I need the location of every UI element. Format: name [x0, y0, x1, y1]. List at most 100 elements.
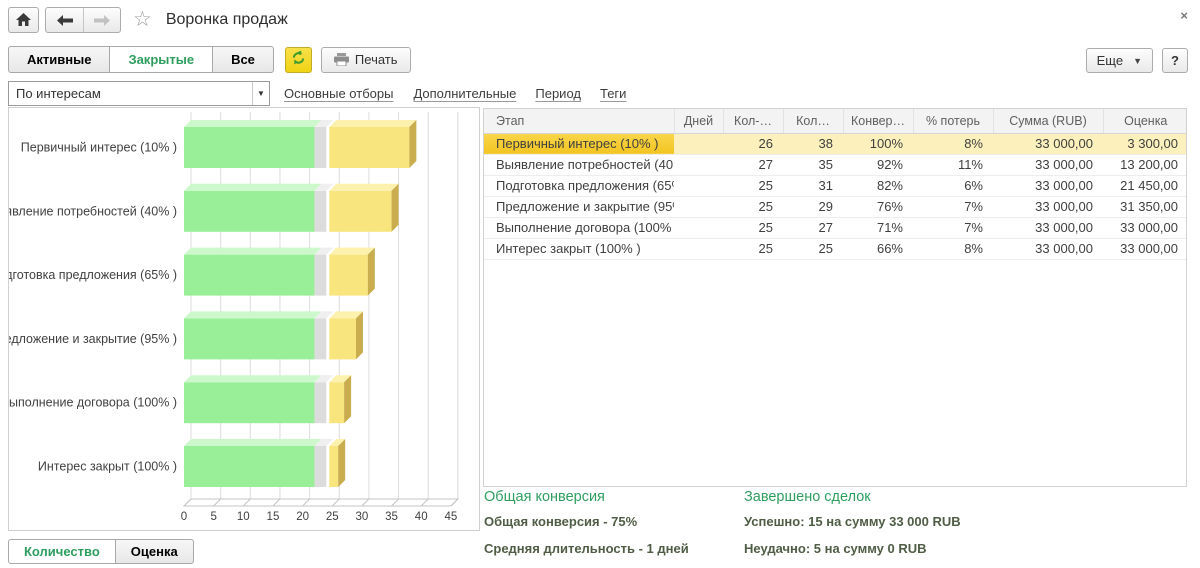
bar-segment-closed[interactable]: [184, 191, 314, 232]
bar-segment-open[interactable]: [329, 127, 409, 168]
table-cell[interactable]: [674, 133, 723, 154]
back-button[interactable]: [46, 8, 83, 32]
table-row[interactable]: Предложение и закрытие (95% ) 252976%7%33…: [484, 196, 1187, 217]
table-cell[interactable]: 31 350,00: [1103, 196, 1187, 217]
bar-segment-closed[interactable]: [184, 318, 314, 359]
table-row[interactable]: Первичный интерес (10% ) 2638100%8%33 000…: [484, 133, 1187, 154]
bar-segment-lost[interactable]: [314, 127, 326, 168]
table-cell[interactable]: 35: [783, 154, 843, 175]
table-row[interactable]: Интерес закрыт (100% )252566%8%33 000,00…: [484, 238, 1187, 259]
bar-segment-closed[interactable]: [184, 446, 314, 487]
favorite-star-icon[interactable]: ☆: [133, 10, 152, 30]
table-cell[interactable]: 33 000,00: [993, 196, 1103, 217]
bar-segment-closed[interactable]: [184, 255, 314, 296]
table-cell[interactable]: Предложение и закрытие (95% ): [484, 196, 674, 217]
table-row[interactable]: Подготовка предложения (65% ) 253182%6%33…: [484, 175, 1187, 196]
column-header-stage[interactable]: Этап: [484, 109, 674, 133]
tab-all[interactable]: Все: [212, 46, 274, 73]
bar-segment-lost[interactable]: [314, 446, 326, 487]
table-cell[interactable]: Интерес закрыт (100% ): [484, 238, 674, 259]
table-cell[interactable]: 33 000,00: [993, 133, 1103, 154]
table-cell[interactable]: 33 000,00: [1103, 238, 1187, 259]
table-cell[interactable]: Выполнение договора (100% ): [484, 217, 674, 238]
help-button[interactable]: ?: [1162, 48, 1188, 73]
table-cell[interactable]: [674, 154, 723, 175]
table-cell[interactable]: 25: [723, 196, 783, 217]
table-cell[interactable]: 13 200,00: [1103, 154, 1187, 175]
bar-segment-open[interactable]: [329, 446, 338, 487]
table-cell[interactable]: 33 000,00: [993, 217, 1103, 238]
link-period[interactable]: Период: [535, 86, 581, 101]
home-button[interactable]: [8, 7, 39, 33]
table-cell[interactable]: 66%: [843, 238, 913, 259]
column-header-estimate[interactable]: Оценка: [1103, 109, 1187, 133]
chevron-down-icon[interactable]: ▼: [252, 82, 269, 105]
bar-segment-lost[interactable]: [314, 382, 326, 423]
column-header-days[interactable]: Дней: [674, 109, 723, 133]
table-cell[interactable]: 76%: [843, 196, 913, 217]
more-button[interactable]: Еще ▼: [1086, 48, 1153, 73]
link-main-filters[interactable]: Основные отборы: [284, 86, 393, 101]
table-cell[interactable]: 21 450,00: [1103, 175, 1187, 196]
table-cell[interactable]: 25: [723, 217, 783, 238]
table-cell[interactable]: 31: [783, 175, 843, 196]
table-cell[interactable]: [674, 238, 723, 259]
bar-segment-open[interactable]: [329, 191, 391, 232]
table-cell[interactable]: 33 000,00: [993, 175, 1103, 196]
table-cell[interactable]: Подготовка предложения (65% ): [484, 175, 674, 196]
table-cell[interactable]: 6%: [913, 175, 993, 196]
column-header-loss[interactable]: % потерь: [913, 109, 993, 133]
table-cell[interactable]: 33 000,00: [993, 238, 1103, 259]
table-cell[interactable]: 71%: [843, 217, 913, 238]
table-cell[interactable]: 33 000,00: [1103, 217, 1187, 238]
group-by-select[interactable]: По интересам ▼: [8, 81, 270, 106]
column-header-sum[interactable]: Сумма (RUB): [993, 109, 1103, 133]
table-cell[interactable]: 7%: [913, 196, 993, 217]
table-row[interactable]: Выявление потребностей (40… 273592%11%33 …: [484, 154, 1187, 175]
bar-segment-closed[interactable]: [184, 382, 314, 423]
column-header-conversion[interactable]: Конвер…: [843, 109, 913, 133]
table-cell[interactable]: 25: [723, 238, 783, 259]
table-cell[interactable]: 33 000,00: [993, 154, 1103, 175]
table-row[interactable]: Выполнение договора (100% )252771%7%33 0…: [484, 217, 1187, 238]
table-cell[interactable]: 25: [723, 175, 783, 196]
table-cell[interactable]: Первичный интерес (10% ): [484, 133, 674, 154]
print-button[interactable]: Печать: [321, 47, 411, 73]
table-cell[interactable]: 100%: [843, 133, 913, 154]
bar-segment-open[interactable]: [329, 255, 368, 296]
table-cell[interactable]: 27: [783, 217, 843, 238]
bar-segment-open[interactable]: [329, 318, 356, 359]
link-additional[interactable]: Дополнительные: [413, 86, 516, 101]
table-cell[interactable]: 26: [723, 133, 783, 154]
table-cell[interactable]: [674, 196, 723, 217]
forward-button[interactable]: [83, 8, 120, 32]
table-cell[interactable]: 8%: [913, 133, 993, 154]
table-cell[interactable]: 27: [723, 154, 783, 175]
table-cell[interactable]: 25: [783, 238, 843, 259]
table-cell[interactable]: 7%: [913, 217, 993, 238]
table-cell[interactable]: 38: [783, 133, 843, 154]
tab-closed[interactable]: Закрытые: [109, 46, 213, 73]
tab-active[interactable]: Активные: [8, 46, 110, 73]
link-tags[interactable]: Теги: [600, 86, 626, 101]
table-cell[interactable]: 8%: [913, 238, 993, 259]
bar-segment-lost[interactable]: [314, 318, 326, 359]
tab-estimate[interactable]: Оценка: [115, 539, 194, 564]
tab-quantity[interactable]: Количество: [8, 539, 116, 564]
table-cell[interactable]: [674, 217, 723, 238]
column-header-count-1[interactable]: Кол-…: [723, 109, 783, 133]
table-cell[interactable]: 92%: [843, 154, 913, 175]
bar-segment-open[interactable]: [329, 382, 344, 423]
table-cell[interactable]: 11%: [913, 154, 993, 175]
table-cell[interactable]: 29: [783, 196, 843, 217]
table-cell[interactable]: Выявление потребностей (40…: [484, 154, 674, 175]
refresh-button[interactable]: [285, 47, 312, 73]
bar-segment-lost[interactable]: [314, 191, 326, 232]
close-icon[interactable]: ×: [1180, 8, 1188, 23]
table-cell[interactable]: 82%: [843, 175, 913, 196]
bar-segment-closed[interactable]: [184, 127, 314, 168]
column-header-count-2[interactable]: Кол…: [783, 109, 843, 133]
table-cell[interactable]: 3 300,00: [1103, 133, 1187, 154]
bar-segment-lost[interactable]: [314, 255, 326, 296]
table-cell[interactable]: [674, 175, 723, 196]
